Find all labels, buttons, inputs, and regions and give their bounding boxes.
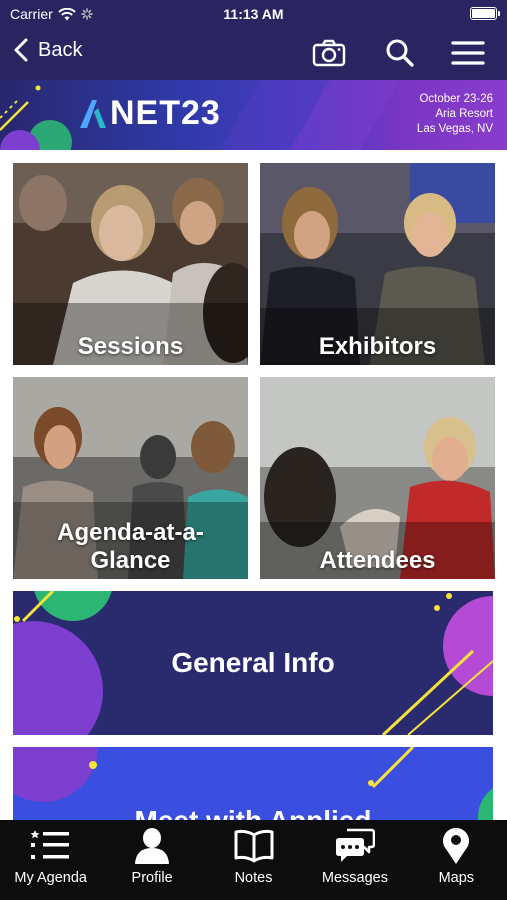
logo-text: NET23 (110, 94, 221, 132)
tile-agenda-label: Agenda-at-a-Glance (57, 519, 204, 574)
battery-icon (470, 7, 500, 20)
meet-with-applied-card[interactable]: Meet with Applied (13, 747, 493, 820)
logo-mark-icon (80, 99, 106, 128)
status-bar: Carrier 11:13 AM (0, 0, 507, 28)
tab-my-agenda[interactable]: My Agenda (0, 820, 101, 900)
tile-sessions[interactable]: Sessions (13, 163, 248, 365)
chat-icon (335, 828, 375, 862)
tab-profile[interactable]: Profile (101, 820, 202, 900)
tile-attendees-label: Attendees (319, 547, 436, 574)
menu-icon[interactable] (451, 38, 485, 68)
event-date: October 23-26 (419, 93, 493, 105)
book-icon (234, 829, 274, 863)
back-label: Back (38, 38, 83, 61)
map-pin-icon (443, 828, 470, 864)
tab-notes-label: Notes (234, 870, 273, 886)
tab-messages[interactable]: Messages (304, 820, 405, 900)
event-banner: NET23 October 23-26 Aria Resort Las Vega… (0, 80, 507, 150)
tile-agenda-at-a-glance[interactable]: Agenda-at-a-Glance (13, 377, 248, 579)
tab-messages-label: Messages (321, 870, 388, 886)
camera-icon[interactable] (312, 38, 346, 68)
nav-bar: Back (0, 28, 507, 80)
net23-logo: NET23 (80, 94, 221, 133)
tile-exhibitors-label: Exhibitors (318, 333, 437, 360)
tile-exhibitors[interactable]: Exhibitors (260, 163, 495, 365)
tab-notes[interactable]: Notes (203, 820, 304, 900)
event-venue: Aria Resort (435, 108, 493, 120)
tab-my-agenda-label: My Agenda (14, 870, 87, 886)
tab-maps-label: Maps (438, 870, 475, 886)
tab-profile-label: Profile (131, 870, 173, 886)
event-details: October 23-26 Aria Resort Las Vegas, NV (417, 92, 493, 137)
tab-bar: My Agenda Profile Notes Messages Maps (0, 820, 507, 900)
back-button[interactable]: Back (14, 38, 82, 62)
chevron-left-icon (14, 38, 28, 62)
list-icon (30, 830, 69, 859)
person-icon (135, 828, 170, 864)
meet-with-applied-label: Meet with Applied (13, 805, 493, 820)
general-info-label: General Info (171, 647, 335, 678)
tile-sessions-label: Sessions (77, 333, 184, 360)
general-info-card[interactable]: General Info (13, 591, 493, 735)
status-time: 11:13 AM (223, 6, 284, 22)
tab-maps[interactable]: Maps (406, 820, 507, 900)
search-icon[interactable] (384, 38, 418, 68)
event-city: Las Vegas, NV (416, 123, 493, 135)
tile-attendees[interactable]: Attendees (260, 377, 495, 579)
